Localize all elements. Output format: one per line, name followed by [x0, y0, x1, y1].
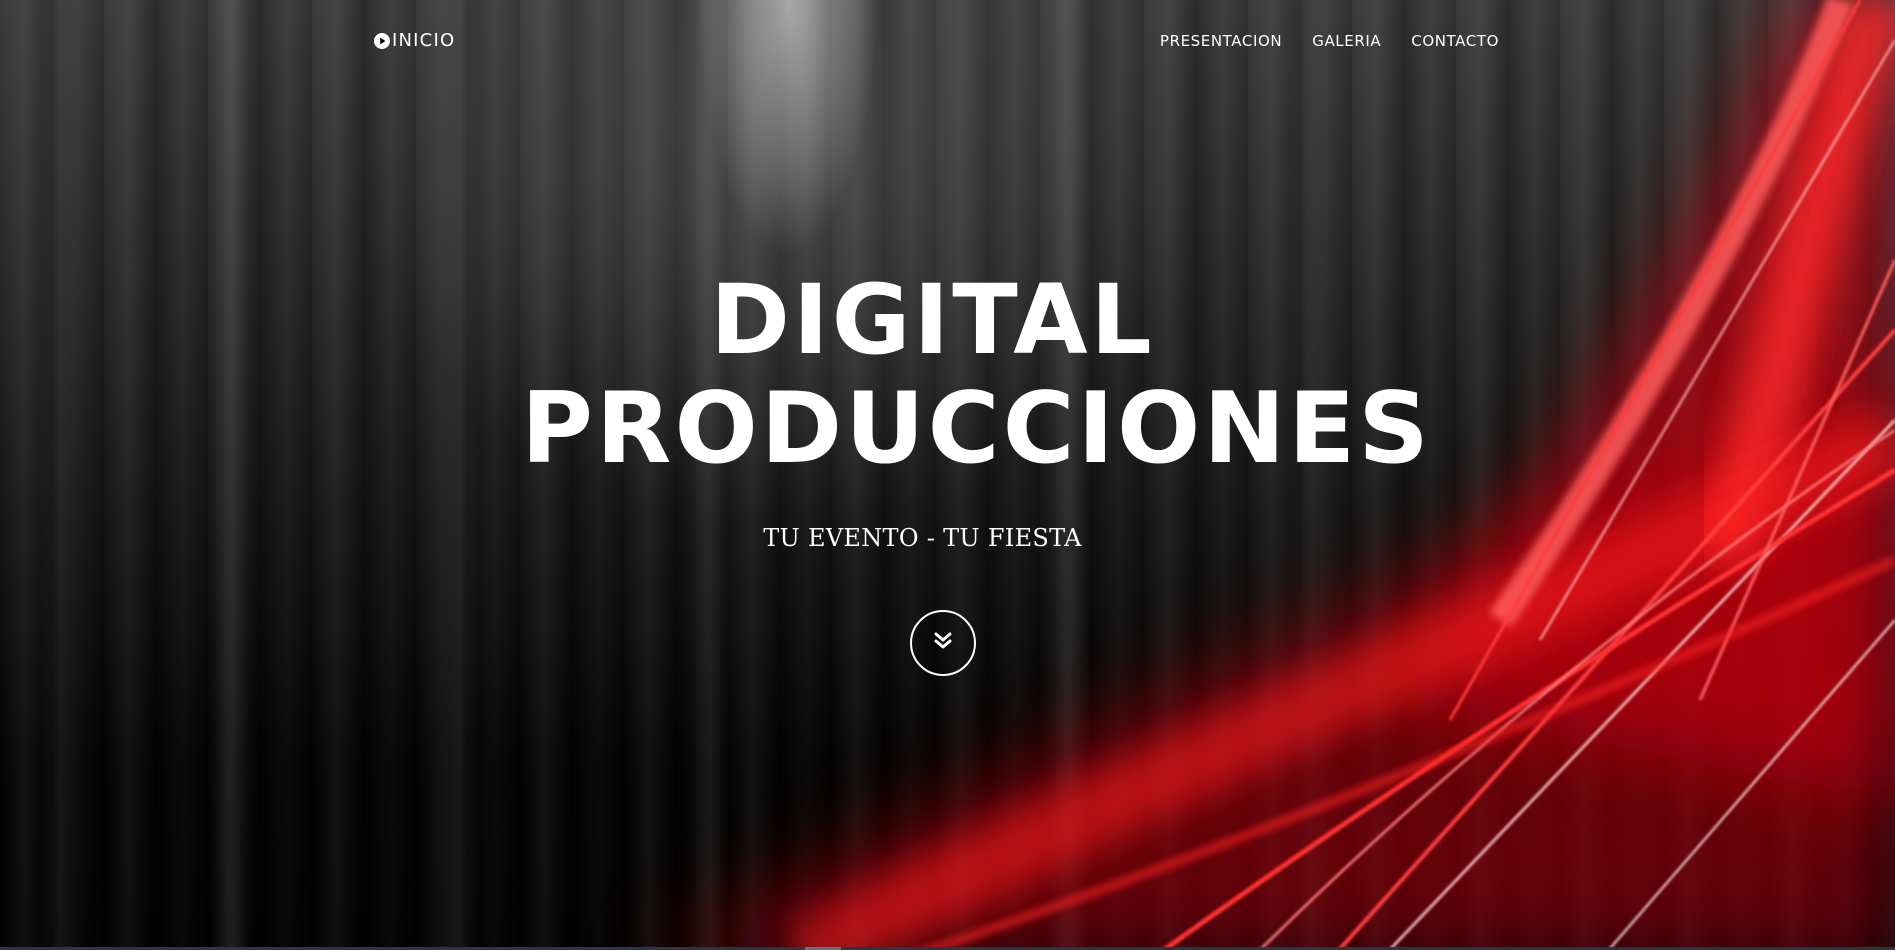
home-link-label: INICIO	[392, 30, 456, 51]
double-chevron-down-icon	[930, 628, 956, 659]
nav-link-contacto[interactable]: CONTACTO	[1411, 32, 1499, 50]
hero-tagline: TU EVENTO - TU FIESTA	[763, 524, 1082, 552]
play-circle-icon	[374, 32, 390, 49]
hero-title-line2: PRODUCCIONES	[521, 372, 1432, 486]
hero-section: INICIO PRESENTACION GALERIA CONTACTO DIG…	[0, 0, 1895, 947]
nav-link-presentacion[interactable]: PRESENTACION	[1160, 32, 1282, 50]
nav-link-galeria[interactable]: GALERIA	[1312, 32, 1381, 50]
nav-menu: PRESENTACION GALERIA CONTACTO	[1160, 32, 1499, 50]
scroll-down-button[interactable]	[910, 610, 976, 676]
home-link[interactable]: INICIO	[374, 30, 455, 51]
hero-title-line1: DIGITAL	[710, 264, 1155, 376]
top-navbar: INICIO PRESENTACION GALERIA CONTACTO	[374, 26, 1499, 56]
